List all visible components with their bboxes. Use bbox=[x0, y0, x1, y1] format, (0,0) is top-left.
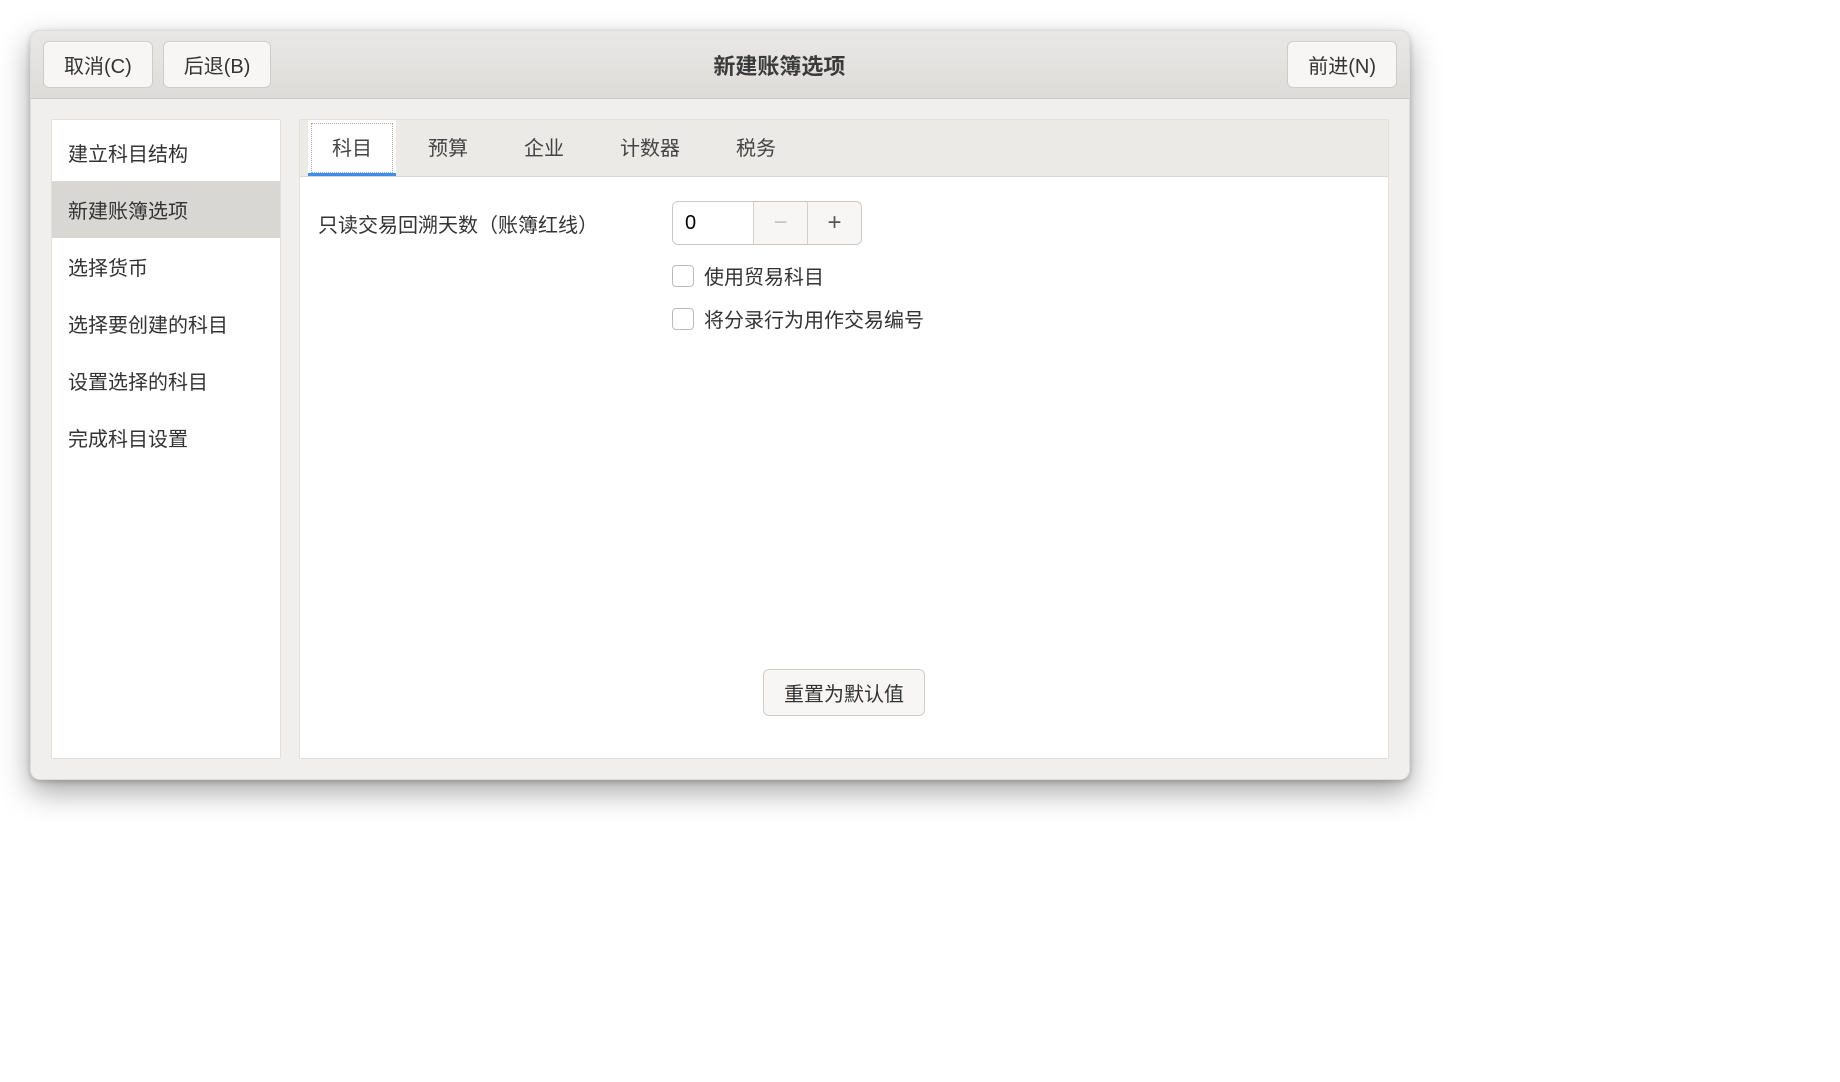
titlebar-right: 前进(N) bbox=[1287, 41, 1397, 88]
window-body: 建立科目结构 新建账簿选项 选择货币 选择要创建的科目 设置选择的科目 完成科目… bbox=[31, 99, 1409, 779]
window-title: 新建账簿选项 bbox=[713, 49, 845, 81]
use-trading-accounts-checkbox[interactable] bbox=[672, 265, 694, 287]
tab-business[interactable]: 企业 bbox=[500, 120, 588, 176]
tab-accounts[interactable]: 科目 bbox=[308, 120, 396, 176]
titlebar-left: 取消(C) 后退(B) bbox=[43, 41, 271, 88]
content-footer: 重置为默认值 bbox=[318, 659, 1370, 734]
readonly-days-row: 只读交易回溯天数（账簿红线） − + bbox=[318, 201, 1370, 245]
sidebar-item-step-2[interactable]: 新建账簿选项 bbox=[52, 181, 280, 238]
assistant-window: 取消(C) 后退(B) 新建账簿选项 前进(N) 建立科目结构 新建账簿选项 选… bbox=[30, 30, 1410, 780]
tab-budget[interactable]: 预算 bbox=[404, 120, 492, 176]
readonly-days-input[interactable] bbox=[673, 202, 753, 244]
use-trading-accounts-label: 使用贸易科目 bbox=[704, 261, 824, 290]
assistant-steps-sidebar: 建立科目结构 新建账簿选项 选择货币 选择要创建的科目 设置选择的科目 完成科目… bbox=[51, 119, 281, 759]
sidebar-item-step-1[interactable]: 建立科目结构 bbox=[52, 124, 280, 181]
tab-counters[interactable]: 计数器 bbox=[596, 120, 704, 176]
split-action-txn-number-checkbox[interactable] bbox=[672, 308, 694, 330]
split-action-txn-number-row: 将分录行为用作交易编号 bbox=[672, 304, 1370, 333]
cancel-button[interactable]: 取消(C) bbox=[43, 41, 153, 88]
sidebar-item-step-4[interactable]: 选择要创建的科目 bbox=[52, 295, 280, 352]
tab-content-accounts: 只读交易回溯天数（账簿红线） − + 使用贸易科目 将分录行为用作交易编号 bbox=[300, 177, 1388, 758]
main-panel: 科目 预算 企业 计数器 税务 只读交易回溯天数（账簿红线） − + bbox=[299, 119, 1389, 759]
sidebar-item-step-3[interactable]: 选择货币 bbox=[52, 238, 280, 295]
readonly-days-label: 只读交易回溯天数（账簿红线） bbox=[318, 209, 658, 238]
tab-tax[interactable]: 税务 bbox=[712, 120, 800, 176]
titlebar: 取消(C) 后退(B) 新建账簿选项 前进(N) bbox=[31, 31, 1409, 99]
reset-defaults-button[interactable]: 重置为默认值 bbox=[763, 669, 925, 716]
readonly-days-spinner: − + bbox=[672, 201, 862, 245]
sidebar-item-step-6[interactable]: 完成科目设置 bbox=[52, 409, 280, 466]
spin-increment-button[interactable]: + bbox=[807, 202, 861, 244]
sidebar-item-step-5[interactable]: 设置选择的科目 bbox=[52, 352, 280, 409]
spin-decrement-button[interactable]: − bbox=[753, 202, 807, 244]
use-trading-accounts-row: 使用贸易科目 bbox=[672, 261, 1370, 290]
back-button[interactable]: 后退(B) bbox=[163, 41, 272, 88]
forward-button[interactable]: 前进(N) bbox=[1287, 41, 1397, 88]
split-action-txn-number-label: 将分录行为用作交易编号 bbox=[704, 304, 924, 333]
tab-bar: 科目 预算 企业 计数器 税务 bbox=[300, 120, 1388, 177]
